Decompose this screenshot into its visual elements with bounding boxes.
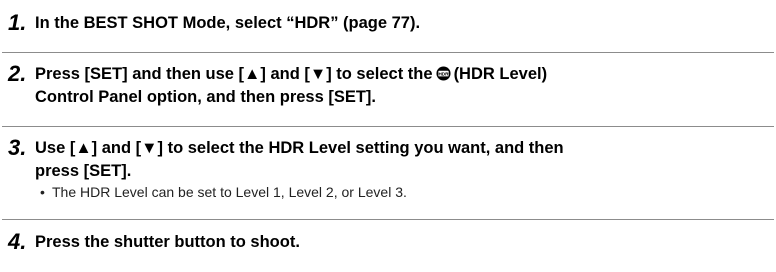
step-note: • The HDR Level can be set to Level 1, Le… — [40, 183, 407, 201]
step-number: 4. — [8, 229, 27, 254]
step-number: 3. — [8, 135, 27, 160]
bullet-marker: • — [40, 184, 45, 200]
step-instruction: Press [SET] and then use [▲] and [▼] to … — [35, 63, 770, 109]
step-instruction: Use [▲] and [▼] to select the HDR Level … — [35, 137, 770, 183]
instruction-text: Press [SET] and then use [▲] and [▼] to … — [35, 65, 433, 83]
svg-text:HDR: HDR — [438, 72, 449, 77]
hdr-level-icon: HDR — [436, 66, 451, 81]
instruction-text: press [SET]. — [35, 162, 132, 180]
divider — [2, 52, 774, 53]
step-instruction: Press the shutter button to shoot. — [35, 233, 300, 251]
instruction-text: Use [▲] and [▼] to select the HDR Level … — [35, 139, 564, 157]
step-number: 2. — [8, 61, 27, 86]
divider — [2, 126, 774, 127]
step-number: 1. — [8, 10, 27, 35]
step-instruction: In the BEST SHOT Mode, select “HDR” (pag… — [35, 14, 421, 32]
instruction-text: (HDR Level) — [453, 65, 548, 83]
note-text: The HDR Level can be set to Level 1, Lev… — [52, 184, 407, 200]
instruction-text: Control Panel option, and then press [SE… — [35, 88, 377, 106]
divider — [2, 219, 774, 220]
